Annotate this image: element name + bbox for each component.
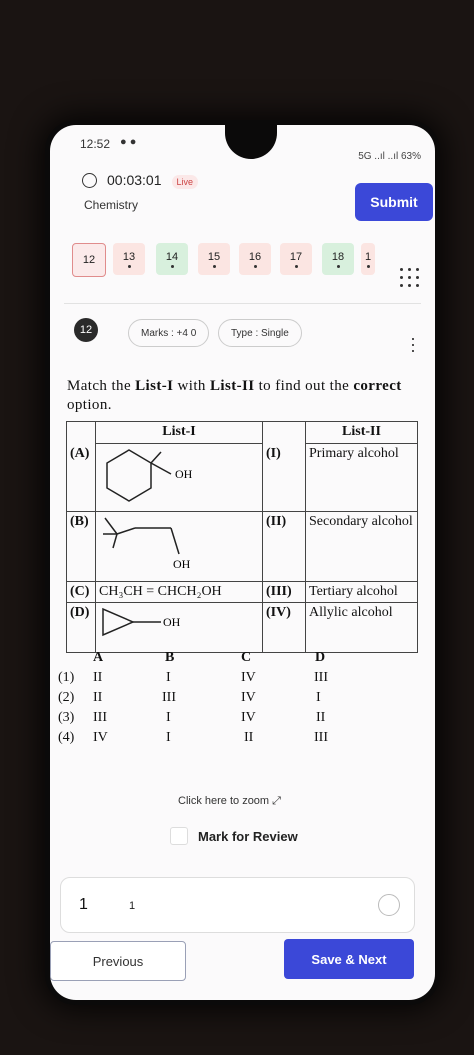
question-nav-item[interactable]: 14 (156, 243, 188, 275)
live-badge: Live (171, 175, 199, 189)
branched-alcohol-structure: OH (103, 517, 191, 571)
timer: 00:03:01 Live (82, 172, 199, 189)
subject-label: Chemistry (84, 198, 139, 212)
structure-d: OH (95, 602, 263, 653)
table-row: (A) OH (I) Primary alcohol (66, 443, 418, 512)
clock-icon (82, 173, 97, 188)
type-pill: Type : Single (218, 319, 302, 347)
structure-a: OH (95, 443, 263, 512)
notification-icons: ● ● (120, 136, 137, 148)
match-table: List-I List-II (A) OH (I) Primary alcoho… (66, 421, 418, 653)
mark-for-review[interactable]: Mark for Review (170, 827, 298, 845)
question-navigator: 12 13 14 15 16 17 18 1 (72, 243, 430, 281)
zoom-link[interactable]: Click here to zoom ⤢ (178, 795, 281, 808)
structure-b: OH (95, 511, 263, 582)
more-options-icon[interactable]: · · · (410, 329, 416, 359)
status-time: 12:52 (80, 137, 111, 151)
phone-screen: 12:52 ● ● 5G ..ıl ..ıl 63% 00:03:01 Live … (50, 125, 435, 1000)
list2-header: List-II (305, 421, 418, 444)
cyclohexanol-structure: OH (106, 449, 193, 502)
question-nav-item[interactable]: 18 (322, 243, 354, 275)
answer-radio[interactable] (378, 894, 400, 916)
question-nav-item[interactable]: 15 (198, 243, 230, 275)
question-nav-item[interactable]: 12 (72, 243, 106, 277)
answer-option[interactable]: 1 1 (60, 877, 415, 933)
question-nav-item[interactable]: 16 (239, 243, 271, 275)
previous-button[interactable]: Previous (50, 941, 186, 981)
submit-button[interactable]: Submit (355, 183, 433, 221)
question-nav-item[interactable]: 1 (361, 243, 375, 275)
svg-text:OH: OH (163, 615, 181, 629)
expand-icon: ⤢ (272, 795, 281, 807)
save-next-button[interactable]: Save & Next (284, 939, 414, 979)
list1-header: List-I (95, 421, 263, 444)
question-text: Match the List-I with List-II to find ou… (67, 378, 402, 413)
svg-text:OH: OH (175, 467, 193, 481)
timer-value: 00:03:01 (107, 172, 162, 188)
svg-text:OH: OH (173, 557, 191, 571)
table-row: (C) CH₃CH = CHCH₂OH (III) Tertiary alcoh… (66, 581, 418, 603)
status-bar: 12:52 ● ● 5G ..ıl ..ıl 63% (80, 136, 421, 162)
review-checkbox[interactable] (170, 827, 188, 845)
marks-pill: Marks : +4 0 (128, 319, 210, 347)
cyclopropylmethanol-structure: OH (102, 607, 181, 637)
grid-menu-icon[interactable] (400, 268, 422, 290)
question-nav-item[interactable]: 13 (113, 243, 145, 275)
table-row: (B) OH (II) Secondary alcohol (66, 511, 418, 582)
divider (64, 303, 421, 304)
question-number: 12 (74, 318, 98, 342)
table-row: (D) OH (IV) Allylic alcohol (66, 602, 418, 653)
status-right: 5G ..ıl ..ıl 63% (358, 151, 421, 162)
question-nav-item[interactable]: 17 (280, 243, 312, 275)
